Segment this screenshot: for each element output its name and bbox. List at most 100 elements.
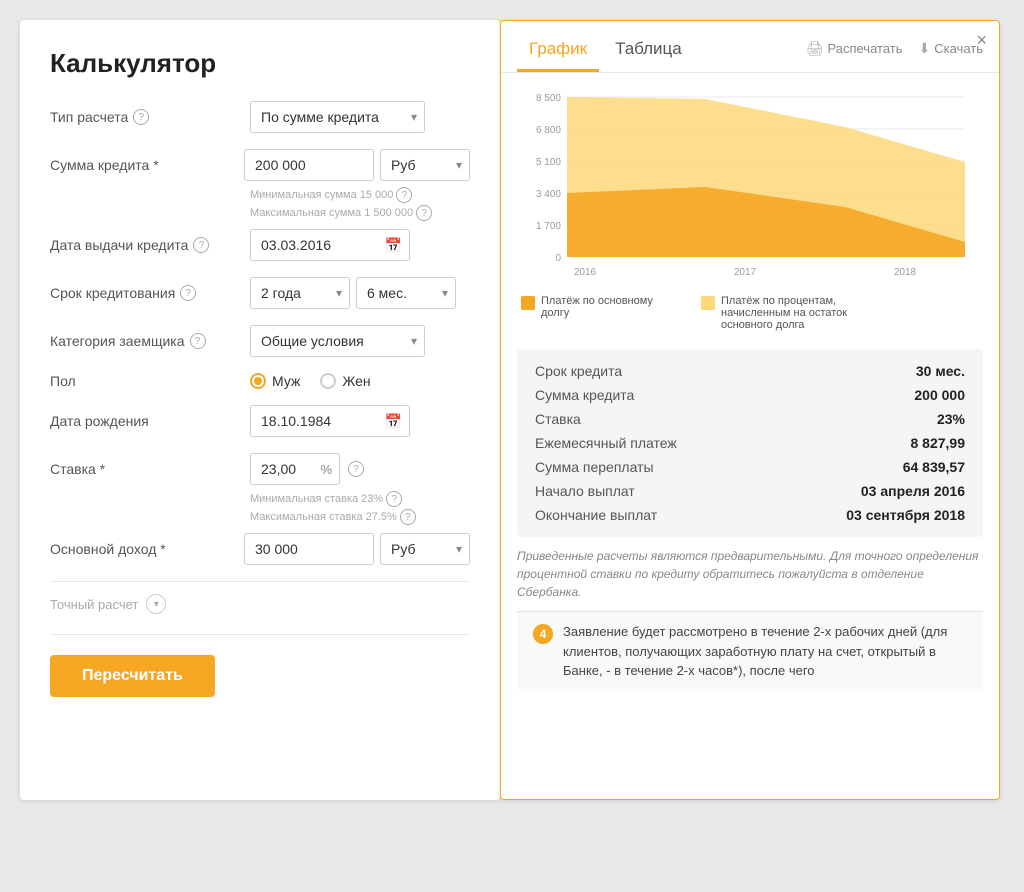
svg-text:6 800: 6 800	[536, 125, 561, 136]
legend-interest: Платёж по процентам, начисленным на оста…	[701, 295, 861, 331]
summary-row-rate: Ставка 23%	[535, 411, 965, 427]
rate-max-hint: Максимальная ставка 27.5% ?	[250, 509, 470, 525]
exact-calc-toggle[interactable]: Точный расчет ▾	[50, 594, 470, 614]
borrower-category-select[interactable]: Общие условия Зарплатный клиент Сотрудни…	[250, 325, 425, 357]
loan-amount-row: Сумма кредита * Руб USD EUR	[50, 149, 470, 181]
gender-female-label[interactable]: Жен	[320, 373, 370, 389]
term-control: 1 год 2 года 3 года 4 года 5 лет 0 мес. …	[250, 277, 470, 309]
term-months-wrap: 0 мес. 1 мес. 2 мес. 3 мес. 4 мес. 5 мес…	[356, 277, 456, 309]
issue-date-label: Дата выдачи кредита ?	[50, 237, 250, 253]
recalculate-button[interactable]: Пересчитать	[50, 655, 215, 697]
gender-male-label[interactable]: Муж	[250, 373, 300, 389]
summary-box: Срок кредита 30 мес. Сумма кредита 200 0…	[517, 349, 983, 537]
borrower-category-row: Категория заемщика ? Общие условия Зарпл…	[50, 325, 470, 357]
graph-panel: × График Таблица 🖨 Распечатать ⬇ Скачать	[500, 20, 1000, 800]
borrower-category-control: Общие условия Зарплатный клиент Сотрудни…	[250, 325, 470, 357]
income-currency-select[interactable]: Руб USD EUR	[380, 533, 470, 565]
term-months-select[interactable]: 0 мес. 1 мес. 2 мес. 3 мес. 4 мес. 5 мес…	[356, 277, 456, 309]
chart-svg-wrap: 8 500 6 800 5 100 3 400 1 700 0	[517, 87, 983, 287]
income-row: Основной доход * Руб USD EUR	[50, 533, 470, 565]
summary-row-overpayment: Сумма переплаты 64 839,57	[535, 459, 965, 475]
loan-min-help-icon[interactable]: ?	[396, 187, 412, 203]
download-icon: ⬇	[919, 40, 931, 57]
rate-label: Ставка *	[50, 461, 250, 477]
svg-text:2018: 2018	[894, 267, 917, 278]
rate-max-help-icon[interactable]: ?	[400, 509, 416, 525]
notification-area: 4 Заявление будет рассмотрено в течение …	[517, 611, 983, 691]
gender-row: Пол Муж Жен	[50, 373, 470, 389]
tab-graph[interactable]: График	[517, 33, 599, 72]
rate-wrap: % ?	[250, 453, 364, 485]
rate-input-wrap: %	[250, 453, 340, 485]
loan-currency-select[interactable]: Руб USD EUR	[380, 149, 470, 181]
svg-text:5 100: 5 100	[536, 157, 561, 168]
svg-text:3 400: 3 400	[536, 189, 561, 200]
exact-calc-arrow-icon[interactable]: ▾	[146, 594, 166, 614]
term-years-select[interactable]: 1 год 2 года 3 года 4 года 5 лет	[250, 277, 350, 309]
chart-area: 8 500 6 800 5 100 3 400 1 700 0	[501, 73, 999, 339]
calc-type-select[interactable]: По сумме кредита По платежу	[250, 101, 425, 133]
term-row: Срок кредитования ? 1 год 2 года 3 года …	[50, 277, 470, 309]
rate-min-help-icon[interactable]: ?	[386, 491, 402, 507]
loan-max-help-icon[interactable]: ?	[416, 205, 432, 221]
loan-currency-select-wrap: Руб USD EUR	[380, 149, 470, 181]
tabs-row: График Таблица 🖨 Распечатать ⬇ Скачать	[501, 21, 999, 73]
rate-min-hint: Минимальная ставка 23% ?	[250, 491, 470, 507]
svg-text:1 700: 1 700	[536, 221, 561, 232]
notification-text: Заявление будет рассмотрено в течение 2-…	[563, 622, 967, 681]
income-label: Основной доход *	[50, 541, 244, 557]
borrower-category-help-icon[interactable]: ?	[190, 333, 206, 349]
legend-interest-color	[701, 296, 715, 310]
exact-calc-label: Точный расчет	[50, 597, 138, 612]
print-button[interactable]: 🖨 Распечатать	[806, 40, 903, 57]
summary-row-amount: Сумма кредита 200 000	[535, 387, 965, 403]
issue-date-row: Дата выдачи кредита ? 📅	[50, 229, 470, 261]
separator	[50, 581, 470, 582]
svg-text:2017: 2017	[734, 267, 757, 278]
birth-date-label: Дата рождения	[50, 413, 250, 429]
issue-date-input[interactable]	[250, 229, 410, 261]
calc-type-row: Тип расчета ? По сумме кредита По платеж…	[50, 101, 470, 133]
tab-actions: 🖨 Распечатать ⬇ Скачать	[806, 40, 983, 65]
print-icon: 🖨	[806, 40, 824, 57]
summary-row-monthly: Ежемесячный платеж 8 827,99	[535, 435, 965, 451]
rate-help-icon[interactable]: ?	[348, 461, 364, 477]
loan-max-hint: Максимальная сумма 1 500 000 ?	[250, 205, 470, 221]
calc-type-select-wrap: По сумме кредита По платежу	[250, 101, 425, 133]
svg-text:0: 0	[555, 253, 561, 264]
birth-date-control: 📅	[250, 405, 470, 437]
download-button[interactable]: ⬇ Скачать	[919, 40, 983, 57]
gender-female-radio[interactable]	[320, 373, 336, 389]
rate-percent-symbol: %	[320, 462, 332, 477]
gender-label: Пол	[50, 373, 250, 389]
summary-row-term: Срок кредита 30 мес.	[535, 363, 965, 379]
chart-legend: Платёж по основному долгу Платёж по проц…	[517, 295, 983, 331]
rate-control: % ?	[250, 453, 470, 485]
loan-min-hint: Минимальная сумма 15 000 ?	[250, 187, 470, 203]
close-button[interactable]: ×	[976, 31, 987, 49]
calc-type-control: По сумме кредита По платежу	[250, 101, 470, 133]
loan-amount-hints: Минимальная сумма 15 000 ? Максимальная …	[250, 187, 470, 221]
loan-amount-control: Руб USD EUR	[244, 149, 470, 181]
legend-principal-color	[521, 296, 535, 310]
income-control: Руб USD EUR	[244, 533, 470, 565]
income-currency-wrap: Руб USD EUR	[380, 533, 470, 565]
borrower-category-select-wrap: Общие условия Зарплатный клиент Сотрудни…	[250, 325, 425, 357]
gender-male-radio[interactable]	[250, 373, 266, 389]
gender-control: Муж Жен	[250, 373, 470, 389]
rate-row: Ставка * % ?	[50, 453, 470, 485]
calc-type-help-icon[interactable]: ?	[133, 109, 149, 125]
loan-amount-input[interactable]	[244, 149, 374, 181]
tab-table[interactable]: Таблица	[603, 33, 694, 72]
borrower-category-label: Категория заемщика ?	[50, 333, 250, 349]
issue-date-help-icon[interactable]: ?	[193, 237, 209, 253]
separator2	[50, 634, 470, 635]
term-help-icon[interactable]: ?	[180, 285, 196, 301]
birth-date-input[interactable]	[250, 405, 410, 437]
issue-date-wrap: 📅	[250, 229, 410, 261]
loan-amount-label: Сумма кредита *	[50, 157, 244, 173]
chart-svg: 8 500 6 800 5 100 3 400 1 700 0	[517, 87, 983, 287]
svg-text:2016: 2016	[574, 267, 597, 278]
term-label: Срок кредитования ?	[50, 285, 250, 301]
income-input[interactable]	[244, 533, 374, 565]
